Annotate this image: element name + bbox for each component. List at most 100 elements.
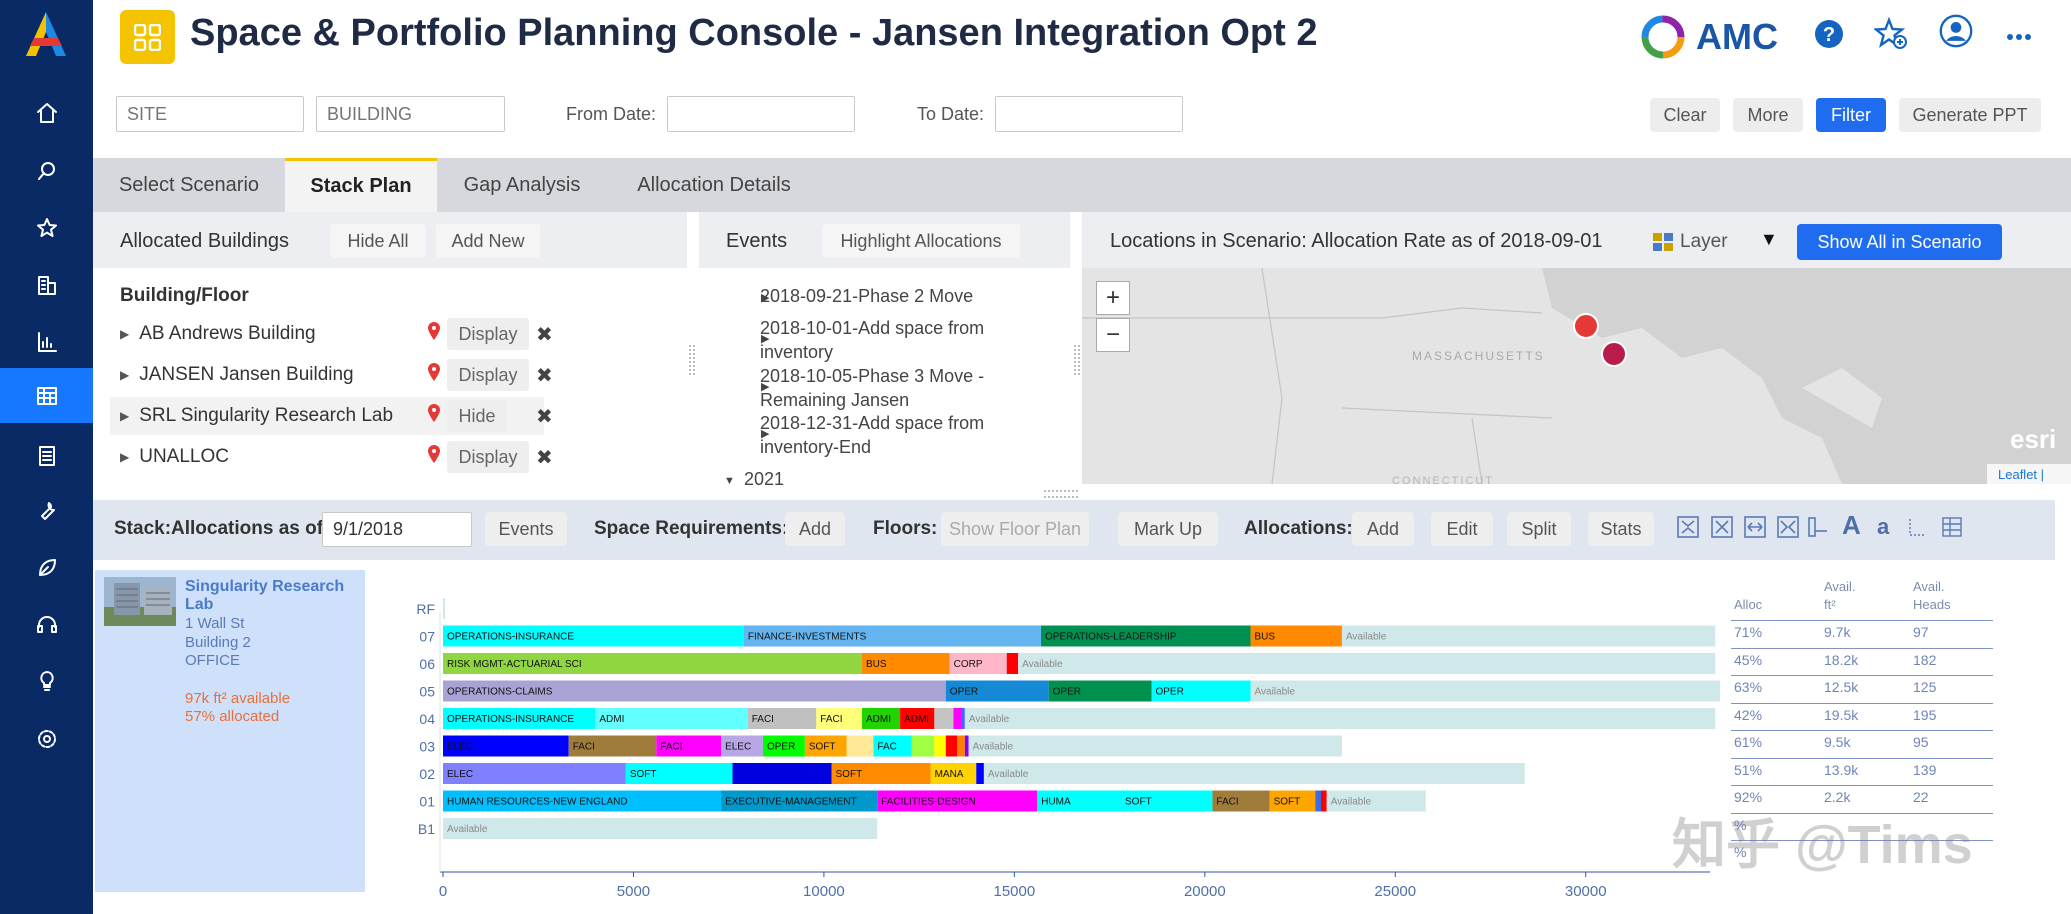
site-input[interactable]: [116, 96, 304, 132]
nav-ideas[interactable]: [0, 653, 93, 708]
allocation-bar[interactable]: [1250, 680, 1720, 702]
expand-caret-icon[interactable]: ▶: [120, 327, 129, 341]
panel-resize-handle[interactable]: [1044, 490, 1078, 498]
space-req-add-button[interactable]: Add: [785, 512, 845, 546]
more-button[interactable]: More: [1733, 98, 1803, 132]
allocation-bar[interactable]: [1018, 653, 1716, 674]
event-item[interactable]: 2018-12-31-Add space from inventory-End: [760, 411, 984, 459]
remove-icon[interactable]: ✖: [536, 363, 553, 388]
allocation-bar[interactable]: [1320, 790, 1327, 812]
allocation-bar[interactable]: [964, 708, 1716, 729]
expand-caret-icon[interactable]: ▶: [120, 409, 129, 423]
allocation-bar[interactable]: [945, 735, 958, 757]
favorite-add-icon[interactable]: [1872, 16, 1908, 51]
add-new-button[interactable]: Add New: [436, 224, 540, 258]
panel-resize-handle[interactable]: [689, 345, 695, 375]
font-large-icon[interactable]: A: [1842, 510, 1861, 541]
remove-icon[interactable]: ✖: [536, 445, 553, 470]
expand-caret-icon[interactable]: ▶: [120, 450, 129, 464]
fit-width-icon[interactable]: [1743, 515, 1767, 539]
tab-allocation-details[interactable]: Allocation Details: [607, 158, 821, 212]
as-of-date-input[interactable]: [322, 512, 472, 547]
building-row-andrews[interactable]: ▶ AB Andrews Building: [120, 315, 316, 353]
allocation-bar[interactable]: [983, 763, 1525, 784]
allocation-bar[interactable]: [732, 763, 832, 784]
allocation-stats-button[interactable]: Stats: [1588, 512, 1654, 546]
display-button[interactable]: Display: [447, 318, 529, 350]
show-floor-plan-button[interactable]: Show Floor Plan: [941, 512, 1089, 546]
fit-height-icon[interactable]: [1776, 515, 1800, 539]
nav-sustainability[interactable]: [0, 540, 93, 595]
layer-icon[interactable]: [1652, 232, 1674, 252]
allocation-edit-button[interactable]: Edit: [1431, 512, 1493, 546]
clear-button[interactable]: Clear: [1650, 98, 1720, 132]
allocation-bar[interactable]: [953, 708, 962, 729]
allocation-bar[interactable]: [934, 735, 946, 757]
allocation-bar[interactable]: [957, 735, 965, 757]
generate-ppt-button[interactable]: Generate PPT: [1899, 98, 2041, 132]
building-name-cont[interactable]: Lab: [185, 596, 213, 614]
font-small-icon[interactable]: a: [1877, 514, 1889, 540]
allocation-bar[interactable]: [443, 818, 878, 839]
hide-button[interactable]: Hide: [447, 400, 507, 432]
building-row-jansen[interactable]: ▶ JANSEN Jansen Building: [120, 356, 354, 394]
display-button[interactable]: Display: [447, 359, 529, 391]
allocation-bar[interactable]: [934, 708, 954, 729]
leaflet-attribution[interactable]: Leaflet |: [1998, 467, 2044, 482]
tab-select-scenario[interactable]: Select Scenario: [93, 158, 285, 212]
layer-label[interactable]: Layer: [1680, 231, 1728, 253]
allocation-bar[interactable]: [911, 735, 935, 757]
allocation-split-button[interactable]: Split: [1507, 512, 1571, 546]
nav-list[interactable]: [0, 428, 93, 483]
allocation-bar[interactable]: [1341, 625, 1716, 647]
event-item[interactable]: 2018-10-05-Phase 3 Move - Remaining Janse…: [760, 364, 984, 412]
nav-support[interactable]: [0, 597, 93, 652]
allocation-add-button[interactable]: Add: [1352, 512, 1414, 546]
to-date-input[interactable]: [995, 96, 1183, 132]
allocation-bar[interactable]: [976, 763, 984, 784]
map-view[interactable]: MASSACHUSETTS CONNECTICUT esri Leaflet |: [1082, 268, 2071, 484]
expand-caret-icon[interactable]: ▶: [120, 368, 129, 382]
nav-favorites[interactable]: [0, 200, 93, 255]
location-marker[interactable]: [1573, 313, 1599, 339]
building-name[interactable]: Singularity Research: [185, 578, 344, 596]
nav-search[interactable]: [0, 143, 93, 198]
mark-up-button[interactable]: Mark Up: [1118, 512, 1218, 546]
allocation-bar[interactable]: [1006, 653, 1019, 674]
bar-layout-icon[interactable]: [1806, 515, 1830, 539]
collapse-icon[interactable]: [1676, 515, 1700, 539]
allocation-bar[interactable]: [846, 735, 874, 757]
allocation-bar[interactable]: [964, 735, 969, 757]
building-row-unalloc[interactable]: ▶ UNALLOC: [120, 438, 229, 476]
panel-resize-handle[interactable]: [1074, 345, 1080, 375]
remove-icon[interactable]: ✖: [536, 404, 553, 429]
highlight-allocations-button[interactable]: Highlight Allocations: [822, 224, 1020, 258]
expand-icon[interactable]: [1710, 515, 1734, 539]
tab-stack-plan[interactable]: Stack Plan: [285, 158, 437, 212]
zoom-out-button[interactable]: −: [1096, 318, 1130, 352]
layer-dropdown-icon[interactable]: ▼: [1760, 229, 1778, 250]
allocation-bar[interactable]: [968, 735, 1342, 757]
location-marker[interactable]: [1601, 341, 1627, 367]
event-item[interactable]: 2018-09-21-Phase 2 Move: [760, 284, 973, 308]
list-dots-icon[interactable]: [1906, 515, 1930, 539]
remove-icon[interactable]: ✖: [536, 322, 553, 347]
zoom-in-button[interactable]: +: [1096, 281, 1130, 315]
allocation-bar[interactable]: [961, 708, 965, 729]
nav-home[interactable]: [0, 85, 93, 140]
building-input[interactable]: [316, 96, 505, 132]
help-icon[interactable]: ?: [1812, 17, 1846, 51]
from-date-input[interactable]: [667, 96, 855, 132]
collapse-caret-icon[interactable]: ▼: [724, 475, 735, 487]
table-icon[interactable]: [1940, 515, 1964, 539]
allocation-bar[interactable]: [1315, 790, 1321, 812]
filter-button[interactable]: Filter: [1816, 98, 1886, 132]
event-item[interactable]: 2018-10-01-Add space from inventory: [760, 316, 984, 364]
nav-tools[interactable]: [0, 483, 93, 538]
nav-buildings[interactable]: [0, 257, 93, 312]
hide-all-button[interactable]: Hide All: [330, 224, 426, 258]
events-button[interactable]: Events: [485, 512, 567, 546]
tab-gap-analysis[interactable]: Gap Analysis: [437, 158, 607, 212]
more-icon[interactable]: [2002, 17, 2036, 51]
user-avatar-icon[interactable]: [1939, 14, 1977, 52]
